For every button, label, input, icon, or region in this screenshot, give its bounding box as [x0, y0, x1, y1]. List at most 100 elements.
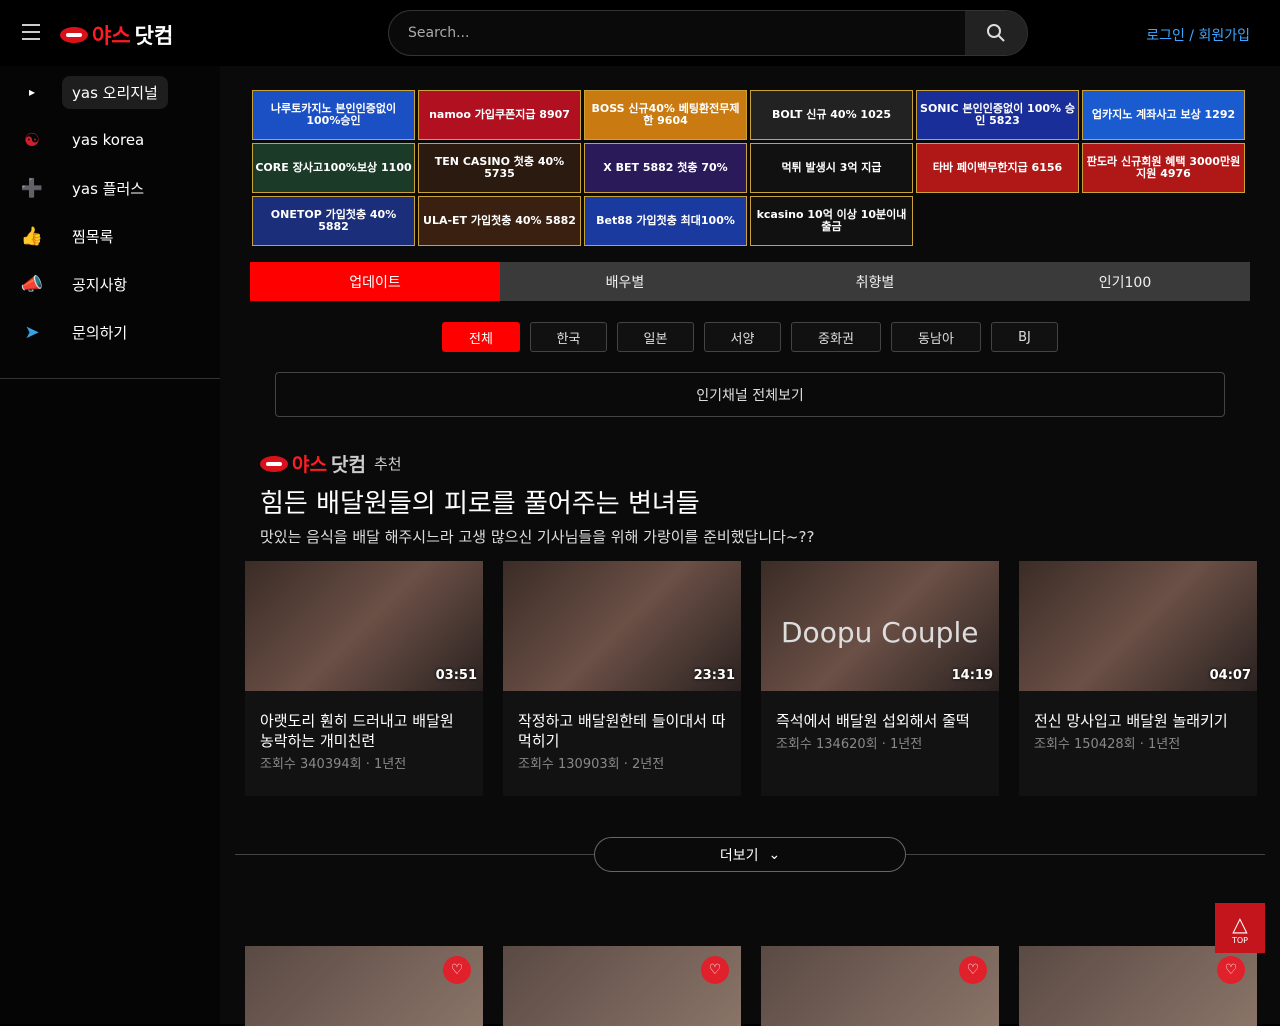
recommend-title: 힘든 배달원들의 피로를 풀어주는 변녀들	[260, 489, 700, 519]
sidebar-item-label: 문의하기	[72, 323, 128, 342]
video-list: 03:51 아랫도리 훤히 드러내고 배달원 농락하는 개미친련조회수 34039…	[245, 561, 1257, 796]
video-title[interactable]: 작정하고 배달원한테 들이대서 따먹히기	[503, 691, 741, 751]
logo-text-white: 닷컴	[134, 24, 174, 48]
ad-banner[interactable]: kcasino 10억 이상 10분이내 출금	[750, 196, 913, 246]
megaphone-icon: 📣	[20, 273, 44, 295]
ad-banner[interactable]: Bet88 가입첫충 최대100%	[584, 196, 747, 246]
filter-chip[interactable]: 한국	[530, 322, 607, 352]
filter-chip[interactable]: 동남아	[891, 322, 981, 352]
video-card[interactable]: 03:51 아랫도리 훤히 드러내고 배달원 농락하는 개미친련조회수 34039…	[245, 561, 483, 796]
video-list-2: ♡ ♡ ♡ ♡	[245, 946, 1257, 1026]
more-label: 더보기	[719, 847, 759, 864]
ad-banner[interactable]: BOLT 신규 40% 1025	[750, 90, 913, 140]
video-thumbnail[interactable]: ♡	[503, 946, 741, 1026]
video-thumbnail[interactable]: ♡	[761, 946, 999, 1026]
video-meta: 조회수 134620회 · 1년전	[776, 737, 923, 752]
tab[interactable]: 배우별	[500, 262, 750, 301]
main-content: 나루토카지노 본인인증없이 100%승인 namoo 가입쿠폰지급 8907 BOS…	[220, 66, 1280, 1026]
filter-chip[interactable]: 일본	[617, 322, 694, 352]
filter-chip[interactable]: 전체	[442, 322, 520, 352]
plus-icon: ➕	[20, 177, 44, 199]
video-thumbnail[interactable]: 23:31	[503, 561, 741, 691]
ad-banner[interactable]: TEN CASINO 첫충 40% 5735	[418, 143, 581, 193]
video-thumbnail[interactable]: 03:51	[245, 561, 483, 691]
search-input[interactable]	[389, 11, 967, 55]
login-signup-link[interactable]: 로그인 / 회원가입	[1146, 25, 1250, 45]
video-card[interactable]: 04:07 전신 망사입고 배달원 놀래키기조회수 150428회 · 1년전	[1019, 561, 1257, 796]
recommend-section: 야스 닷컴 추천 힘든 배달원들의 피로를 풀어주는 변녀들 맛있는 음식을 배달 …	[260, 450, 814, 547]
heart-icon[interactable]: ♡	[701, 956, 729, 984]
sidebar-divider	[0, 378, 220, 379]
ad-banner[interactable]: ULA-ET 가입첫충 40% 5882	[418, 196, 581, 246]
ad-banner[interactable]: CORE 장사고100%보상 1100	[252, 143, 415, 193]
sidebar-item[interactable]: 👍 찜목록	[18, 220, 123, 252]
ad-banner[interactable]: 업카지노 계좌사고 보상 1292	[1082, 90, 1245, 140]
heart-icon[interactable]: ♡	[1217, 956, 1245, 984]
video-title[interactable]: 즉석에서 배달원 섭외해서 줄떡	[761, 691, 999, 731]
video-thumbnail[interactable]: ♡	[1019, 946, 1257, 1026]
hamburger-menu-icon[interactable]	[22, 24, 40, 40]
more-button[interactable]: 더보기 ⌄	[594, 837, 906, 872]
thumbs-up-heart-icon: 👍	[20, 225, 44, 247]
thumbnail-overlay-text: Doopu Couple	[781, 616, 979, 649]
search-bar	[388, 10, 1028, 56]
popular-channels-button[interactable]: 인기채널 전체보기	[275, 372, 1225, 417]
play-icon: ▸	[28, 85, 36, 99]
video-duration: 23:31	[693, 668, 735, 683]
sidebar-item[interactable]: ▸ yas 오리지널	[18, 75, 168, 109]
video-duration: 14:19	[951, 668, 993, 683]
sidebar-item[interactable]: ➤ 문의하기	[18, 316, 137, 348]
category-tabs: 업데이트 배우별 취향별 인기100	[250, 262, 1250, 301]
ad-banner[interactable]: SONIC 본인인증없이 100% 승인 5823	[916, 90, 1079, 140]
recommend-description: 맛있는 음식을 배달 해주시느라 고생 많으신 기사님들을 위해 가랑이를 준비…	[260, 528, 815, 546]
video-thumbnail[interactable]: 04:07	[1019, 561, 1257, 691]
ad-banner[interactable]: 판도라 신규회원 혜택 3000만원 지원 4976	[1082, 143, 1245, 193]
video-meta: 조회수 340394회 · 1년전	[260, 757, 407, 772]
filter-chip[interactable]: 서양	[704, 322, 781, 352]
heart-icon[interactable]: ♡	[959, 956, 987, 984]
ad-banner[interactable]: 먹튀 발생시 3억 지급	[750, 143, 913, 193]
send-icon: ➤	[24, 321, 40, 343]
ad-banner[interactable]: 나루토카지노 본인인증없이 100%승인	[252, 90, 415, 140]
filter-chip[interactable]: BJ	[991, 322, 1058, 352]
header: 야스닷컴 로그인 / 회원가입	[0, 0, 1280, 66]
taegeuk-icon: ☯	[23, 129, 41, 151]
sidebar-item-label: yas 플러스	[72, 179, 145, 198]
sidebar-item-label: 찜목록	[72, 227, 114, 246]
search-button[interactable]	[965, 11, 1027, 55]
video-thumbnail[interactable]: Doopu Couple 14:19	[761, 561, 999, 691]
video-thumbnail[interactable]: ♡	[245, 946, 483, 1026]
logo-text-red: 야스	[292, 454, 327, 476]
sidebar-item[interactable]: ➕ yas 플러스	[18, 172, 154, 204]
ad-banner[interactable]: namoo 가입쿠폰지급 8907	[418, 90, 581, 140]
tab[interactable]: 취향별	[750, 262, 1000, 301]
lips-logo-icon	[260, 455, 288, 472]
logo-text-white: 닷컴	[330, 454, 366, 476]
ad-banner-grid: 나루토카지노 본인인증없이 100%승인 namoo 가입쿠폰지급 8907 BOS…	[252, 90, 1245, 246]
chevron-down-icon: ⌄	[768, 846, 781, 863]
video-card[interactable]: 23:31 작정하고 배달원한테 들이대서 따먹히기조회수 130903회 · 2…	[503, 561, 741, 796]
video-meta: 조회수 130903회 · 2년전	[518, 757, 665, 772]
ad-banner[interactable]: BOSS 신규40% 베팅환전무제한 9604	[584, 90, 747, 140]
recommend-tag: 추천	[373, 455, 402, 473]
ad-banner[interactable]: 타바 페이백무한지급 6156	[916, 143, 1079, 193]
sidebar-item-label: yas korea	[72, 131, 145, 149]
tab[interactable]: 인기100	[1000, 262, 1250, 301]
video-title[interactable]: 전신 망사입고 배달원 놀래키기	[1019, 691, 1257, 731]
sidebar-item[interactable]: ☯ yas korea	[18, 124, 154, 156]
heart-icon[interactable]: ♡	[443, 956, 471, 984]
ad-banner[interactable]: X BET 5882 첫충 70%	[584, 143, 747, 193]
triangle-up-icon: △	[1232, 911, 1248, 936]
filter-chip[interactable]: 중화권	[791, 322, 881, 352]
sidebar-item-label: yas 오리지널	[62, 75, 168, 109]
ad-banner[interactable]: ONETOP 가입첫충 40% 5882	[252, 196, 415, 246]
video-title[interactable]: 아랫도리 훤히 드러내고 배달원 농락하는 개미친련	[245, 691, 483, 751]
sidebar-item[interactable]: 📣 공지사항	[18, 268, 137, 300]
video-card[interactable]: Doopu Couple 14:19 즉석에서 배달원 섭외해서 줄떡조회수 134…	[761, 561, 999, 796]
video-meta: 조회수 150428회 · 1년전	[1034, 737, 1181, 752]
tab[interactable]: 업데이트	[250, 262, 500, 301]
scroll-top-button[interactable]: △ TOP	[1215, 903, 1265, 953]
sidebar: ▸ yas 오리지널 ☯ yas korea ➕ yas 플러스 👍 찜목록 📣 공지사항 ➤ 문의하…	[0, 66, 220, 1024]
video-duration: 04:07	[1209, 668, 1251, 683]
site-logo[interactable]: 야스 닷컴	[60, 20, 173, 50]
